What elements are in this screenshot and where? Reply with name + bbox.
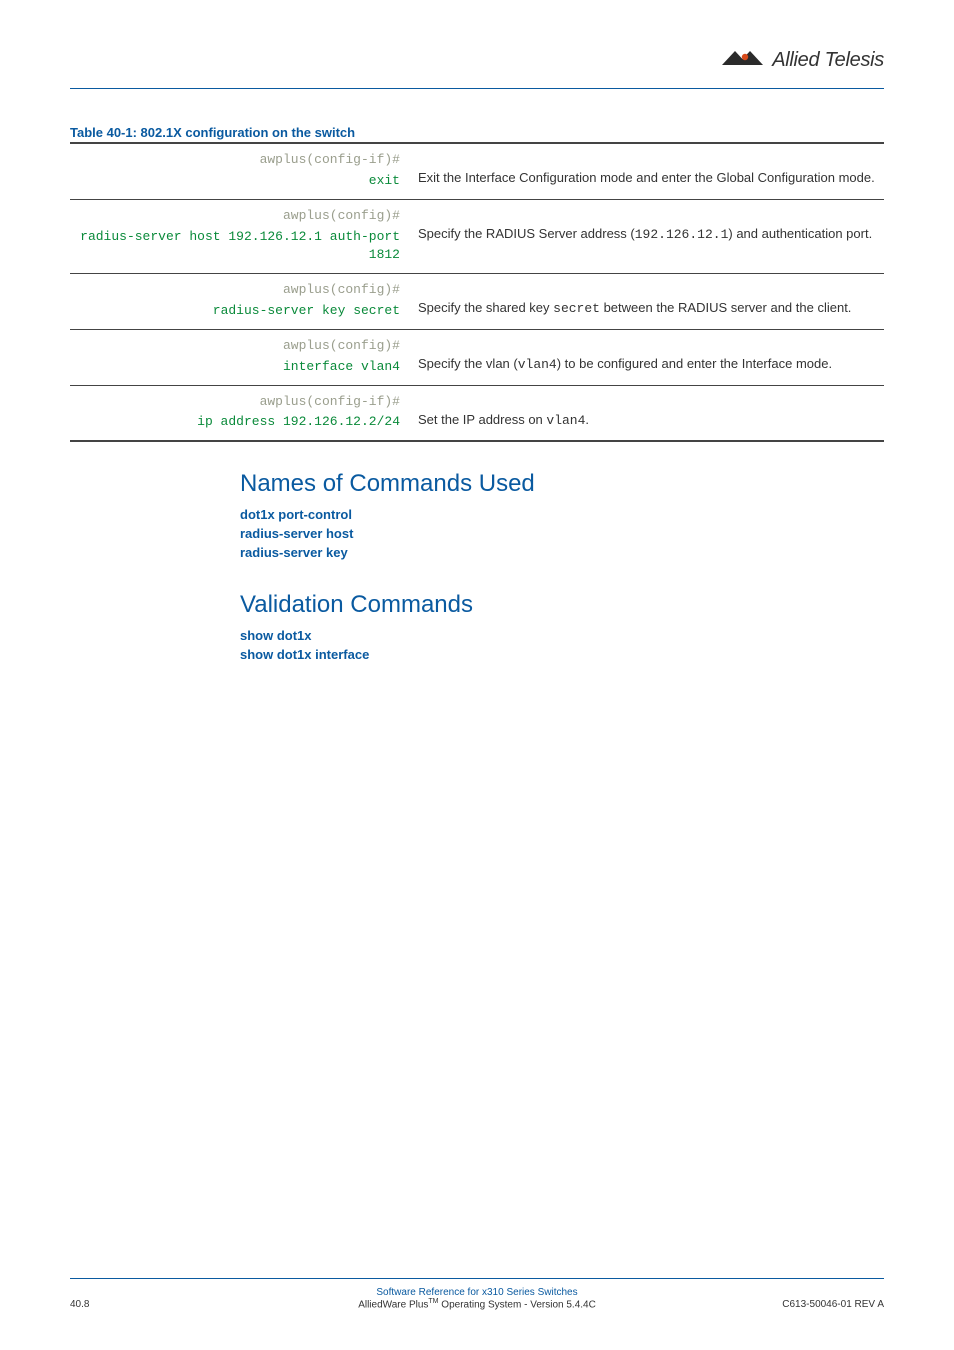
validation-commands-heading: Validation Commands <box>240 591 884 619</box>
page-root: Allied Telesis Table 40-1: 802.1X config… <box>0 0 954 1350</box>
header-row: Allied Telesis <box>70 40 884 80</box>
table-row: awplus(config)# radius-server host 192.1… <box>70 199 884 274</box>
command-cell: awplus(config-if)# ip address 192.126.12… <box>70 385 410 441</box>
command-link[interactable]: radius-server host <box>240 525 884 544</box>
command-link[interactable]: dot1x port-control <box>240 506 884 525</box>
footer-center: Software Reference for x310 Series Switc… <box>190 1287 764 1310</box>
brand-name: Allied Telesis <box>772 49 884 72</box>
description-text: ) to be configured and enter the Interfa… <box>557 356 832 371</box>
command-link[interactable]: show dot1x interface <box>240 646 884 665</box>
inline-code: 192.126.12.1 <box>635 227 729 242</box>
names-of-commands-list: dot1x port-control radius-server host ra… <box>240 506 884 563</box>
doc-id: C613-50046-01 REV A <box>764 1299 884 1310</box>
description-text: ) and authentication port. <box>728 226 872 241</box>
footer-version: Operating System - Version 5.4.4C <box>439 1299 596 1310</box>
page-number: 40.8 <box>70 1299 190 1310</box>
inline-code: vlan4 <box>518 357 557 372</box>
validation-commands-list: show dot1x show dot1x interface <box>240 627 884 665</box>
description-text: Specify the shared key <box>418 300 553 315</box>
table-title: Table 40-1: 802.1X configuration on the … <box>70 125 884 140</box>
table-row: awplus(config-if)# ip address 192.126.12… <box>70 385 884 441</box>
inline-code: vlan4 <box>546 413 585 428</box>
table-row: awplus(config)# interface vlan4 Specify … <box>70 329 884 385</box>
cli-prompt: awplus(config)# <box>78 207 400 226</box>
description-cell: Specify the shared key secret between th… <box>410 274 884 330</box>
table-row: awplus(config-if)# exit Exit the Interfa… <box>70 143 884 199</box>
description-cell: Exit the Interface Configuration mode an… <box>410 143 884 199</box>
cli-command: ip address 192.126.12.2/24 <box>197 414 400 429</box>
description-text: Specify the vlan ( <box>418 356 518 371</box>
table-row: awplus(config)# radius-server key secret… <box>70 274 884 330</box>
cli-command: interface vlan4 <box>283 359 400 374</box>
description-cell: Specify the vlan (vlan4) to be configure… <box>410 329 884 385</box>
trademark-icon: TM <box>428 1298 438 1305</box>
cli-prompt: awplus(config)# <box>78 281 400 300</box>
description-text: Specify the RADIUS Server address ( <box>418 226 635 241</box>
description-text: Set the IP address on <box>418 412 546 427</box>
description-text: . <box>585 412 589 427</box>
command-link[interactable]: radius-server key <box>240 544 884 563</box>
cli-command: exit <box>369 173 400 188</box>
cli-prompt: awplus(config)# <box>78 337 400 356</box>
command-cell: awplus(config)# interface vlan4 <box>70 329 410 385</box>
description-text: Exit the Interface Configuration mode an… <box>418 170 875 185</box>
description-text: between the RADIUS server and the client… <box>600 300 851 315</box>
command-cell: awplus(config)# radius-server host 192.1… <box>70 199 410 274</box>
names-of-commands-heading: Names of Commands Used <box>240 470 884 498</box>
command-cell: awplus(config-if)# exit <box>70 143 410 199</box>
footer-product: AlliedWare Plus <box>358 1299 428 1310</box>
brand-logo: Allied Telesis <box>722 49 884 72</box>
command-link[interactable]: show dot1x <box>240 627 884 646</box>
description-cell: Specify the RADIUS Server address (192.1… <box>410 199 884 274</box>
footer-line2: AlliedWare PlusTM Operating System - Ver… <box>190 1298 764 1310</box>
header-divider <box>70 88 884 89</box>
command-cell: awplus(config)# radius-server key secret <box>70 274 410 330</box>
cli-prompt: awplus(config-if)# <box>78 151 400 170</box>
cli-command: radius-server key secret <box>213 303 400 318</box>
footer-line1: Software Reference for x310 Series Switc… <box>190 1287 764 1298</box>
inline-code: secret <box>553 301 600 316</box>
config-table: awplus(config-if)# exit Exit the Interfa… <box>70 142 884 442</box>
brand-mark-icon <box>722 49 766 72</box>
cli-prompt: awplus(config-if)# <box>78 393 400 412</box>
page-footer: 40.8 Software Reference for x310 Series … <box>70 1278 884 1310</box>
description-cell: Set the IP address on vlan4. <box>410 385 884 441</box>
cli-command: radius-server host 192.126.12.1 auth-por… <box>80 229 400 263</box>
